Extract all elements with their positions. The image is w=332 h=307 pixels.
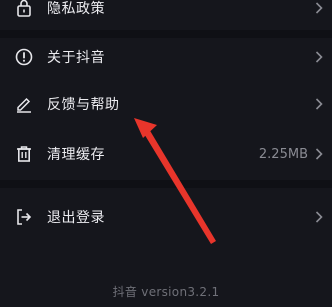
feedback-help-row[interactable]: 反馈与帮助 [0,84,332,124]
pencil-icon [15,95,33,113]
lock-icon [15,0,33,17]
settings-screen: 隐私政策 关于抖音 反馈与帮助 清理缓存 2.25MB 退出登录 抖音 vers… [0,0,332,307]
cache-size-value: 2.25MB [258,146,308,162]
chevron-right-icon [314,50,324,64]
section-divider [0,180,332,188]
chevron-right-icon [314,210,324,224]
app-version-text: 抖音 version3.2.1 [112,285,220,299]
logout-icon [15,208,33,226]
chevron-right-icon [314,147,324,161]
clear-cache-row[interactable]: 清理缓存 2.25MB [0,134,332,174]
logout-label: 退出登录 [47,210,105,226]
privacy-policy-label: 隐私政策 [47,1,105,17]
logout-row[interactable]: 退出登录 [0,197,332,237]
privacy-policy-row[interactable]: 隐私政策 [0,0,332,28]
chevron-right-icon [314,97,324,111]
info-circle-icon [15,48,33,66]
about-label: 关于抖音 [47,50,105,66]
about-row[interactable]: 关于抖音 [0,37,332,77]
chevron-right-icon [314,1,324,15]
clear-cache-label: 清理缓存 [47,147,105,163]
feedback-help-label: 反馈与帮助 [47,97,120,113]
trash-icon [15,145,33,163]
